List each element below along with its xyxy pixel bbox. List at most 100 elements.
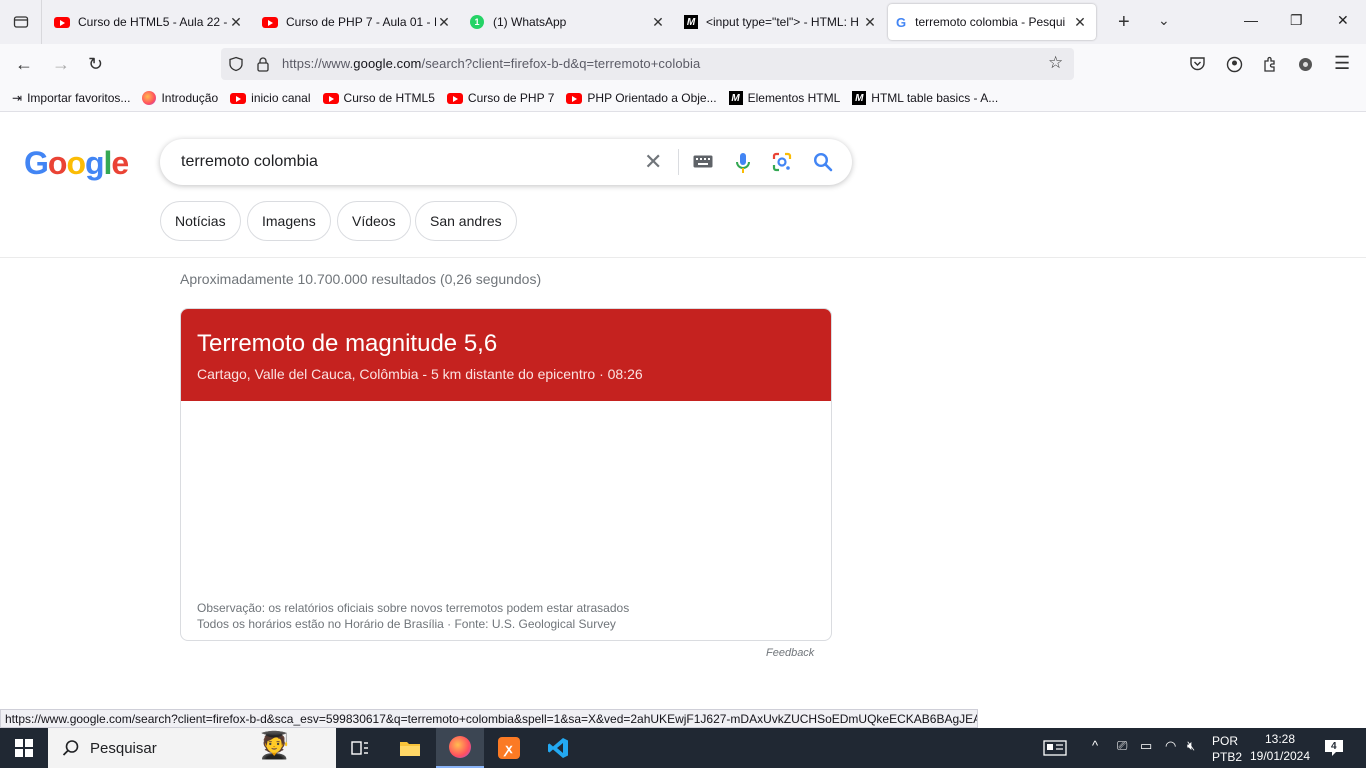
google-logo[interactable]: Google: [24, 145, 129, 182]
earthquake-note-delay: Observação: os relatórios oficiais sobre…: [197, 601, 630, 615]
chip-imagens[interactable]: Imagens: [247, 201, 331, 241]
google-lens-icon[interactable]: [772, 152, 792, 172]
earthquake-subtitle: Cartago, Valle del Cauca, Colômbia - 5 k…: [197, 366, 643, 382]
bookmark-inicio-canal[interactable]: inicio canal: [230, 91, 311, 105]
bookmark-php-oo[interactable]: PHP Orientado a Obje...: [566, 91, 717, 105]
account-icon[interactable]: [1226, 56, 1243, 73]
bookmark-curso-html5[interactable]: Curso de HTML5: [322, 91, 435, 105]
notification-count: 4: [1331, 741, 1337, 752]
clock-time: 13:28: [1264, 732, 1296, 746]
youtube-icon: [54, 16, 70, 28]
gear-icon[interactable]: [1297, 56, 1314, 73]
language-indicator[interactable]: POR PTB2: [1212, 733, 1242, 765]
youtube-icon: [446, 92, 463, 104]
chip-san-andres[interactable]: San andres: [415, 201, 517, 241]
close-tab-icon[interactable]: ✕: [650, 14, 666, 31]
chip-noticias[interactable]: Notícias: [160, 201, 241, 241]
bookmark-label: Elementos HTML: [747, 91, 841, 105]
taskbar: Pesquisar 🧑‍🎓 ꭗ ^ ⎚ ▭ ◠ 🔇︎ POR PTB2 13:2…: [0, 728, 1366, 768]
restore-icon[interactable]: ❐: [1290, 12, 1303, 29]
clear-icon[interactable]: ✕: [644, 149, 662, 175]
divider: [678, 149, 679, 175]
menu-icon[interactable]: ☰: [1334, 53, 1350, 74]
chevron-up-icon[interactable]: ^: [1092, 738, 1098, 753]
youtube-icon: [262, 16, 278, 28]
meet-icon[interactable]: ⎚: [1117, 738, 1127, 754]
chip-label: Imagens: [262, 213, 316, 229]
keyboard-layout: PTB2: [1212, 750, 1243, 764]
tab-html5-course[interactable]: Curso de HTML5 - Aula 22 - F ✕: [46, 4, 252, 40]
bookmark-html-table-basics[interactable]: M HTML table basics - A...: [852, 91, 998, 105]
task-view-icon[interactable]: [336, 728, 384, 768]
google-icon: G: [896, 14, 907, 30]
url-path: /search?client=firefox-b-d&q=terremoto+c…: [421, 56, 701, 71]
earthquake-note-source: Todos os horários estão no Horário de Br…: [197, 617, 616, 631]
earthquake-notes: Observação: os relatórios oficiais sobre…: [197, 600, 629, 632]
address-bar[interactable]: https://www.google.com/search?client=fir…: [221, 48, 1074, 80]
taskbar-search[interactable]: Pesquisar 🧑‍🎓: [48, 728, 336, 768]
keyboard-icon[interactable]: [693, 155, 713, 168]
bookmarks-bar: ⇥ Importar favoritos... Introdução inicio…: [0, 85, 1366, 112]
tab-php-course[interactable]: Curso de PHP 7 - Aula 01 - Int ✕: [254, 4, 460, 40]
chip-label: San andres: [430, 213, 502, 229]
search-icon[interactable]: [813, 152, 833, 172]
windows-start-icon[interactable]: [15, 739, 33, 757]
close-window-icon[interactable]: ✕: [1337, 12, 1349, 29]
bookmark-label: HTML table basics - A...: [871, 91, 999, 105]
minimize-icon[interactable]: —: [1244, 12, 1258, 28]
clock[interactable]: 13:28 19/01/2024: [1248, 731, 1312, 765]
chevron-down-icon[interactable]: ⌄: [1158, 12, 1170, 29]
search-box[interactable]: terremoto colombia ✕: [160, 139, 852, 185]
vscode-icon[interactable]: [534, 728, 582, 768]
earthquake-card: Terremoto de magnitude 5,6 Cartago, Vall…: [180, 308, 832, 641]
tab-list-button[interactable]: [0, 0, 42, 44]
language-code: POR: [1212, 734, 1239, 748]
reload-icon[interactable]: ↻: [88, 54, 103, 75]
bookmark-label: PHP Orientado a Obje...: [587, 91, 717, 105]
url-text[interactable]: https://www.google.com/search?client=fir…: [282, 56, 700, 71]
battery-icon[interactable]: ▭: [1140, 738, 1152, 754]
xampp-icon[interactable]: ꭗ: [485, 728, 533, 768]
bookmark-star-icon[interactable]: ☆: [1048, 53, 1063, 73]
close-tab-icon[interactable]: ✕: [228, 14, 244, 31]
search-input[interactable]: terremoto colombia: [181, 153, 318, 171]
back-icon[interactable]: ←: [15, 54, 33, 75]
bookmark-import[interactable]: ⇥ Importar favoritos...: [12, 91, 130, 105]
tab-whatsapp[interactable]: 1 (1) WhatsApp ✕: [462, 4, 674, 40]
pocket-icon[interactable]: [1189, 56, 1206, 72]
forward-icon[interactable]: →: [52, 54, 70, 75]
file-explorer-icon[interactable]: [386, 728, 434, 768]
tab-label: terremoto colombia - Pesqui: [915, 15, 1066, 29]
mdn-icon: M: [684, 15, 698, 29]
bookmark-elementos-html[interactable]: M Elementos HTML: [728, 91, 841, 105]
extensions-icon[interactable]: [1262, 56, 1278, 73]
result-stats: Aproximadamente 10.700.000 resultados (0…: [180, 271, 542, 287]
feedback-link[interactable]: Feedback: [766, 647, 814, 659]
tab-label: Curso de PHP 7 - Aula 01 - Int: [286, 15, 436, 29]
earthquake-header[interactable]: Terremoto de magnitude 5,6 Cartago, Vall…: [181, 309, 831, 401]
tab-label: <input type="tel"> - HTML: H: [706, 15, 859, 29]
tab-mdn-input-tel[interactable]: M <input type="tel"> - HTML: H ✕: [676, 4, 886, 40]
tab-label: Curso de HTML5 - Aula 22 - F: [78, 15, 228, 29]
url-prefix: https://www.: [282, 56, 354, 71]
chip-videos[interactable]: Vídeos: [337, 201, 411, 241]
bookmark-introducao[interactable]: Introdução: [142, 91, 218, 105]
youtube-icon: [322, 92, 339, 104]
wifi-icon[interactable]: ◠: [1165, 738, 1176, 754]
volume-muted-icon[interactable]: 🔇︎: [1187, 738, 1195, 754]
close-tab-icon[interactable]: ✕: [1072, 14, 1088, 31]
import-icon: ⇥: [12, 91, 23, 105]
notification-center[interactable]: 4: [1324, 739, 1344, 757]
bookmark-label: Importar favoritos...: [27, 91, 131, 105]
new-tab-icon[interactable]: +: [1118, 11, 1130, 34]
tab-google-search[interactable]: G terremoto colombia - Pesqui ✕: [888, 4, 1096, 40]
microphone-icon[interactable]: [735, 152, 751, 174]
url-host: google.com: [353, 56, 422, 71]
lock-icon[interactable]: [256, 56, 270, 72]
firefox-taskbar-icon[interactable]: [436, 728, 484, 768]
tracking-shield-icon[interactable]: [228, 56, 244, 72]
close-tab-icon[interactable]: ✕: [436, 14, 452, 31]
bookmark-curso-php7[interactable]: Curso de PHP 7: [446, 91, 554, 105]
close-tab-icon[interactable]: ✕: [862, 14, 878, 31]
news-widget-icon[interactable]: [1043, 740, 1067, 756]
